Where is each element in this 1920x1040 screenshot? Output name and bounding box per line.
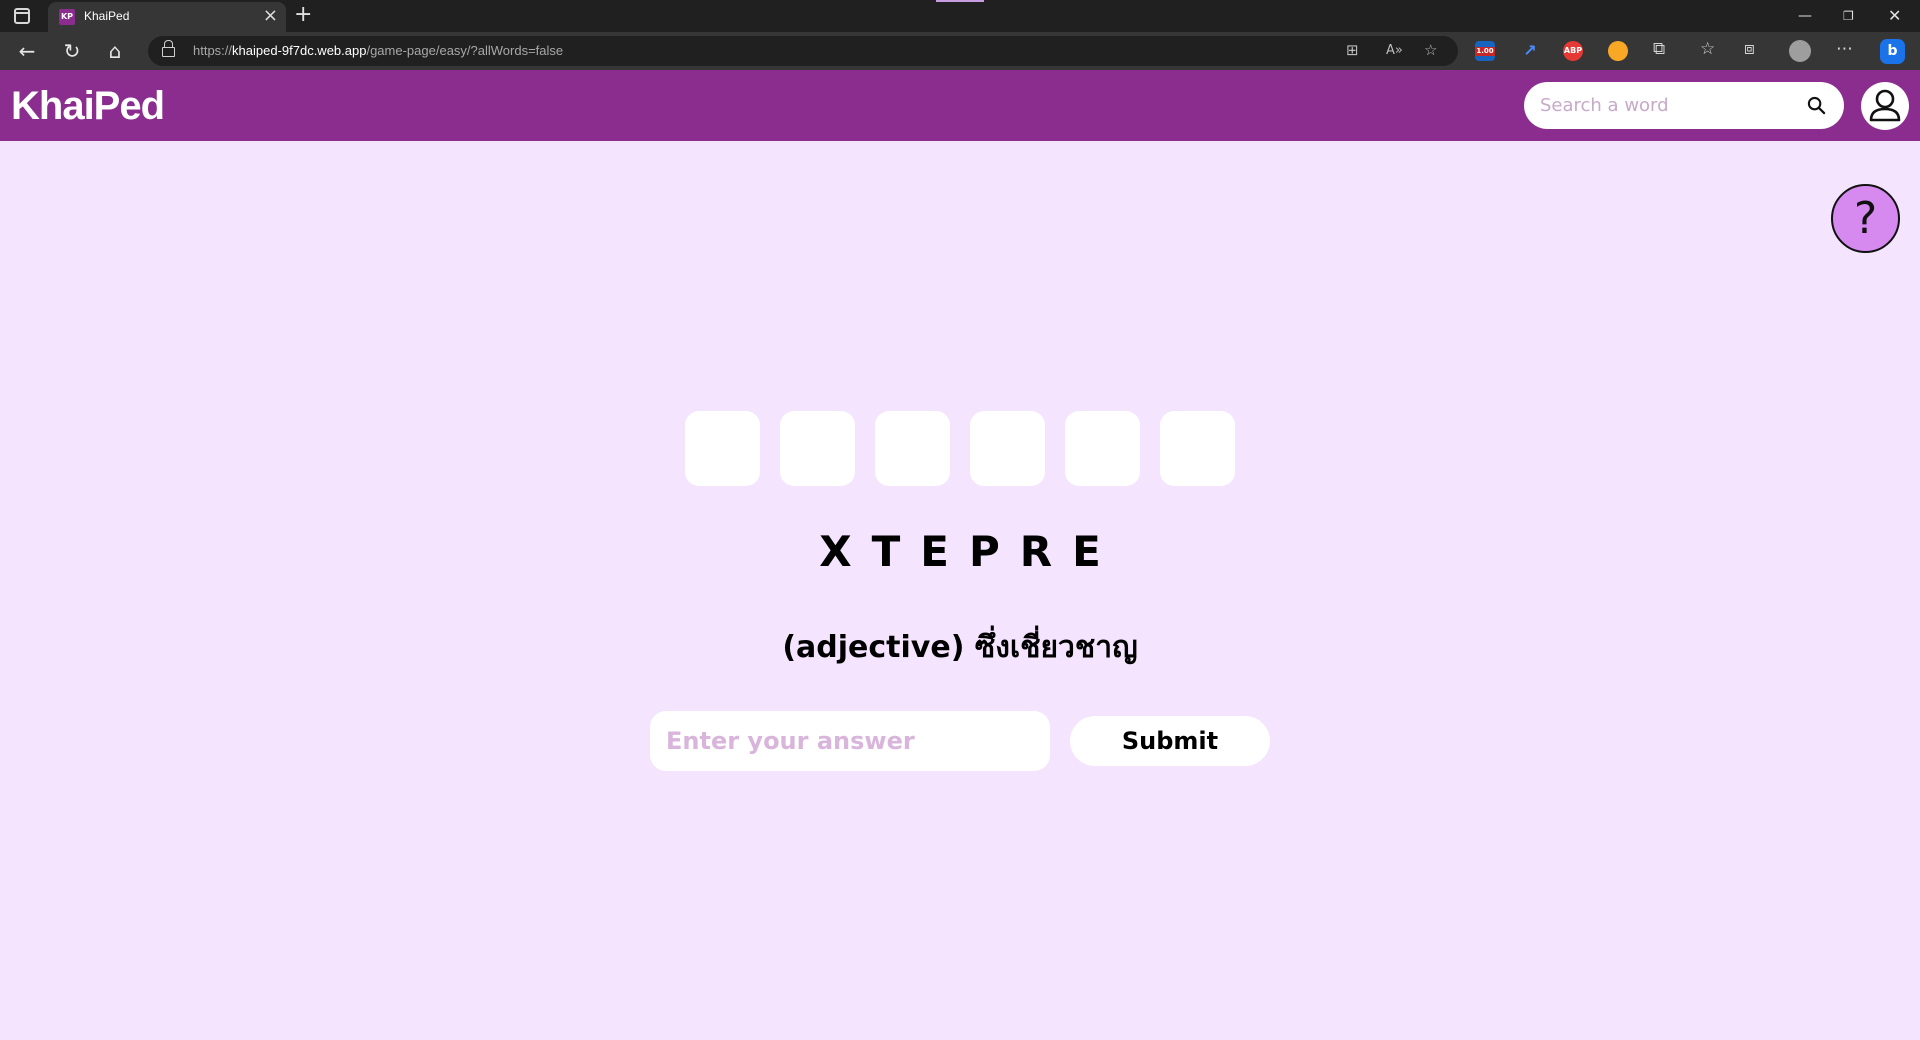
letter-slot-3 xyxy=(875,411,950,486)
scrambled-word: XTEPRE xyxy=(819,527,1121,576)
url-path: /game-page/easy/?allWords=false xyxy=(366,43,564,58)
favorites-icon[interactable]: ☆ xyxy=(1700,39,1715,59)
url-host: khaiped-9f7dc.web.app xyxy=(232,43,367,58)
submit-button[interactable]: Submit xyxy=(1070,716,1270,766)
sidebar-icon[interactable] xyxy=(14,8,30,24)
window-close-icon[interactable]: ✕ xyxy=(1888,4,1901,28)
tab-favicon: KP xyxy=(59,9,75,25)
letter-slot-1 xyxy=(685,411,760,486)
back-arrow-icon[interactable]: ← xyxy=(14,38,40,64)
user-icon xyxy=(1869,89,1901,122)
url-text[interactable]: https://khaiped-9f7dc.web.app/game-page/… xyxy=(193,43,563,58)
tab-title: KhaiPed xyxy=(84,9,130,23)
word-definition: (adjective) ซึ่งเชี่ยวชาญ xyxy=(782,630,1138,665)
browser-tab[interactable]: KP KhaiPed × xyxy=(48,2,286,32)
address-bar[interactable]: https://khaiped-9f7dc.web.app/game-page/… xyxy=(148,36,1458,66)
user-account-button[interactable] xyxy=(1861,82,1909,130)
search-box xyxy=(1524,82,1844,129)
plus-icon[interactable]: + xyxy=(294,2,312,28)
site-logo[interactable]: KhaiPed xyxy=(11,84,165,129)
reload-icon[interactable]: ↻ xyxy=(59,38,85,64)
extension-circle-icon[interactable] xyxy=(1608,41,1628,61)
extension-arrow-icon[interactable]: ↗ xyxy=(1520,41,1540,61)
letter-slot-4 xyxy=(970,411,1045,486)
letter-slot-5 xyxy=(1065,411,1140,486)
more-icon[interactable]: ⋯ xyxy=(1836,39,1853,59)
help-icon[interactable]: ? xyxy=(1831,184,1900,253)
url-scheme: https:// xyxy=(193,43,233,58)
read-aloud-icon[interactable]: A» xyxy=(1386,43,1403,58)
browser-tabstrip: KP KhaiPed × + — ❐ ✕ xyxy=(0,0,1920,32)
adblock-icon[interactable]: ABP xyxy=(1563,41,1583,61)
browser-toolbar: ← ↻ ⌂ https://khaiped-9f7dc.web.app/game… xyxy=(0,32,1920,70)
answer-input[interactable] xyxy=(650,711,1050,771)
letter-slot-2 xyxy=(780,411,855,486)
letter-slot-6 xyxy=(1160,411,1235,486)
search-input[interactable] xyxy=(1540,92,1800,118)
site-header: KhaiPed xyxy=(0,70,1920,141)
adblock-label: ABP xyxy=(1563,46,1583,55)
extension-badge-icon[interactable]: 1.00 xyxy=(1475,41,1495,61)
lock-icon[interactable] xyxy=(162,40,175,57)
extensions-puzzle-icon[interactable]: ⧉ xyxy=(1653,39,1665,59)
letter-slots xyxy=(685,411,1235,486)
restore-icon[interactable]: ❐ xyxy=(1843,4,1854,28)
profile-icon[interactable] xyxy=(1789,40,1811,62)
collections-icon[interactable]: ⧈ xyxy=(1744,39,1755,59)
minimize-icon[interactable]: — xyxy=(1798,4,1812,28)
extension-badge-text: 1.00 xyxy=(1475,47,1495,56)
close-icon[interactable]: × xyxy=(263,6,278,26)
favorite-star-icon[interactable]: ☆ xyxy=(1424,41,1437,59)
app-available-icon[interactable]: ⊞ xyxy=(1346,41,1359,59)
window-accent xyxy=(936,0,984,2)
home-icon[interactable]: ⌂ xyxy=(102,38,128,64)
search-icon[interactable] xyxy=(1807,96,1826,115)
bing-icon[interactable]: b xyxy=(1880,39,1905,64)
